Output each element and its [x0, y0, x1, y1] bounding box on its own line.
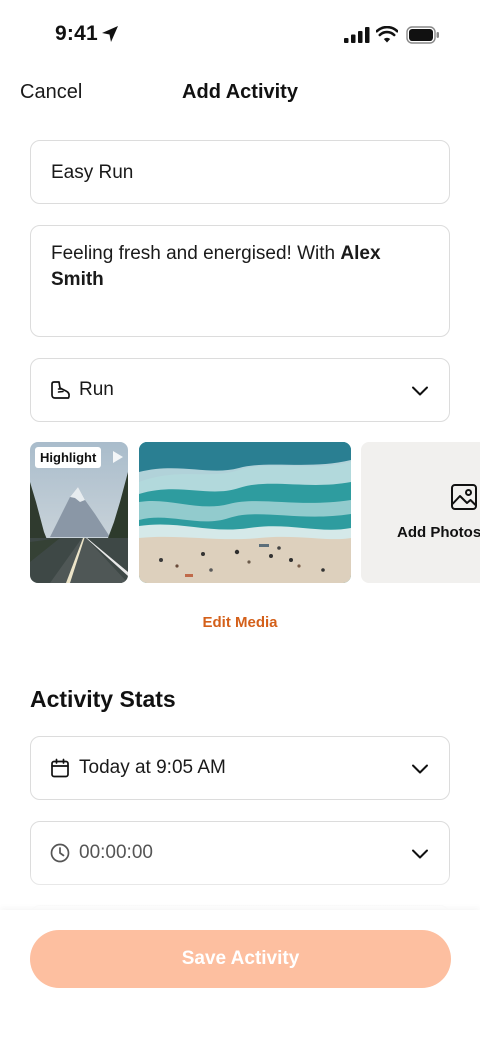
chevron-down-icon	[412, 849, 428, 859]
media-thumbnail-highlight[interactable]: Highlight	[30, 442, 128, 583]
cellular-signal-icon	[344, 27, 370, 43]
activity-stats-heading: Activity Stats	[30, 686, 176, 712]
bottom-action-bar: Save Activity	[0, 910, 480, 1040]
sport-type-select[interactable]: Run	[30, 358, 450, 422]
scroll-fade	[0, 870, 480, 910]
chevron-down-icon	[412, 764, 428, 774]
description-text: Feeling fresh and energised! With	[51, 243, 341, 264]
play-icon	[113, 451, 123, 463]
save-activity-button[interactable]: Save Activity	[30, 930, 451, 988]
sport-type-value: Run	[79, 379, 114, 400]
status-bar: 9:41	[0, 0, 480, 70]
chevron-down-icon	[412, 386, 428, 396]
activity-description-value: Feeling fresh and energised! With Alex S…	[51, 241, 409, 293]
edit-media-link[interactable]: Edit Media	[0, 614, 480, 631]
duration-value: 00:00:00	[79, 842, 153, 863]
image-icon	[451, 484, 477, 510]
add-photos-label: Add Photos	[397, 524, 480, 541]
highlight-badge: Highlight	[35, 447, 102, 468]
media-carousel[interactable]: Highlight Add Photos	[30, 442, 480, 584]
activity-description-field[interactable]: Feeling fresh and energised! With Alex S…	[30, 225, 450, 337]
start-date-value: Today at 9:05 AM	[79, 757, 226, 778]
page-title: Add Activity	[182, 81, 298, 103]
shoe-icon	[51, 381, 70, 399]
status-time: 9:41	[55, 22, 98, 45]
media-thumbnail-beach[interactable]	[139, 442, 351, 583]
activity-title-field[interactable]: Easy Run	[30, 140, 450, 204]
calendar-icon	[51, 758, 69, 778]
clock-icon	[50, 843, 70, 863]
wifi-icon	[376, 26, 398, 43]
beach-aerial-image	[139, 442, 351, 583]
nav-bar: Cancel Add Activity	[0, 70, 480, 116]
start-date-select[interactable]: Today at 9:05 AM	[30, 736, 450, 800]
battery-icon	[406, 26, 439, 44]
add-photos-button[interactable]: Add Photos	[361, 442, 480, 583]
activity-title-value: Easy Run	[51, 162, 134, 183]
location-arrow-icon	[102, 26, 118, 42]
